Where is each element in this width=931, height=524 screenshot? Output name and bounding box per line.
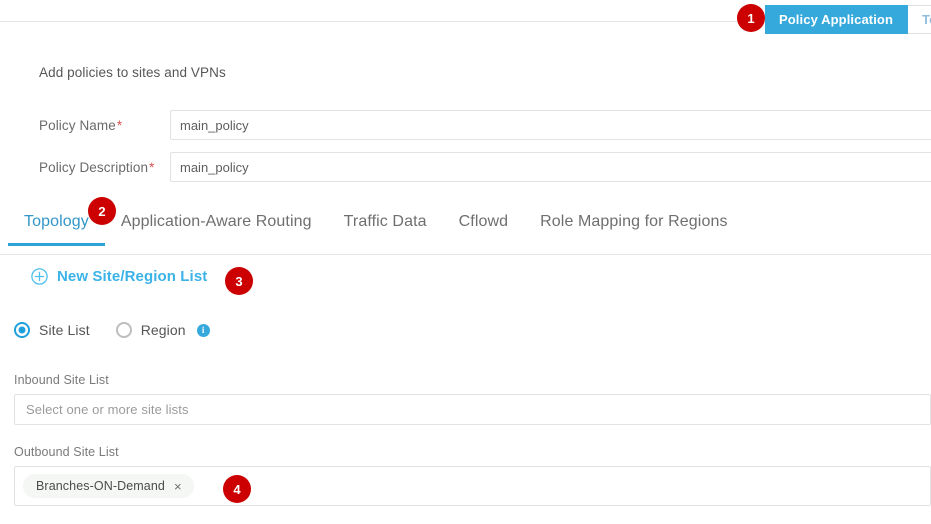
tab-application-aware-routing-label: Application-Aware Routing [120, 213, 312, 230]
tab-traffic-data-label: Traffic Data [343, 213, 427, 230]
policy-name-row: Policy Name* [0, 110, 931, 140]
policy-description-row: Policy Description* [0, 152, 931, 182]
wizard-tab-policy-application[interactable]: Policy Application [765, 5, 909, 34]
policy-description-label: Policy Description* [39, 160, 154, 175]
tab-application-aware-routing[interactable]: Application-Aware Routing [105, 210, 328, 245]
radio-site-list-dot[interactable] [14, 322, 30, 338]
inbound-site-list-placeholder: Select one or more site lists [26, 402, 189, 417]
policy-name-required-marker: * [116, 117, 123, 133]
annotation-badge-4: 4 [223, 475, 251, 503]
wizard-tab-topology-partial[interactable]: To [908, 5, 931, 34]
radio-site-list-label: Site List [39, 322, 90, 338]
circle-plus-icon [31, 268, 48, 285]
policy-description-input[interactable] [170, 152, 931, 182]
wizard-tab-strip: Policy Application To [765, 5, 931, 34]
close-icon[interactable]: × [174, 480, 182, 493]
info-icon[interactable]: i [196, 323, 210, 337]
outbound-site-list-caption: Outbound Site List [14, 445, 119, 459]
wizard-tab-topology-partial-label: To [922, 12, 931, 27]
outbound-site-list-block: Outbound Site List Branches-ON-Demand × [14, 445, 931, 506]
annotation-badge-2: 2 [88, 197, 116, 225]
radio-region-label: Region [140, 322, 186, 338]
site-list-chip-label: Branches-ON-Demand [36, 479, 165, 493]
wizard-top-bar: Policy Application To [0, 0, 931, 40]
wizard-tab-policy-application-label: Policy Application [779, 12, 894, 27]
radio-region[interactable]: Region i [115, 322, 210, 338]
policy-name-label: Policy Name* [39, 118, 122, 133]
section-intro-text: Add policies to sites and VPNs [39, 65, 226, 80]
tab-cflowd[interactable]: Cflowd [443, 210, 525, 245]
inbound-site-list-select[interactable]: Select one or more site lists [14, 394, 931, 425]
site-list-chip[interactable]: Branches-ON-Demand × [23, 474, 194, 498]
tab-role-mapping-for-regions-label: Role Mapping for Regions [540, 213, 728, 230]
outbound-site-list-select[interactable]: Branches-ON-Demand × [14, 466, 931, 506]
annotation-badge-1: 1 [737, 4, 765, 32]
policy-description-label-text: Policy Description [39, 159, 149, 175]
tab-cflowd-label: Cflowd [458, 213, 509, 230]
annotation-badge-3: 3 [225, 267, 253, 295]
radio-site-list[interactable]: Site List [14, 322, 90, 338]
tab-traffic-data[interactable]: Traffic Data [328, 210, 443, 245]
policy-application-panel: Add policies to sites and VPNs Policy Na… [0, 40, 931, 524]
policy-description-required-marker: * [149, 159, 155, 175]
new-site-region-list-label: New Site/Region List [57, 268, 208, 285]
policy-name-label-text: Policy Name [39, 117, 116, 133]
tab-topology-label: Topology [24, 213, 89, 230]
inbound-site-list-block: Inbound Site List Select one or more sit… [14, 373, 931, 425]
inbound-site-list-caption: Inbound Site List [14, 373, 109, 387]
scope-radio-group: Site List Region i [14, 322, 210, 338]
radio-region-dot[interactable] [115, 322, 132, 338]
policy-subtab-strip: Topology Application-Aware Routing Traff… [0, 210, 931, 255]
new-site-region-list-button[interactable]: New Site/Region List [31, 268, 207, 285]
tab-role-mapping-for-regions[interactable]: Role Mapping for Regions [524, 210, 743, 245]
policy-name-input[interactable] [170, 110, 931, 140]
